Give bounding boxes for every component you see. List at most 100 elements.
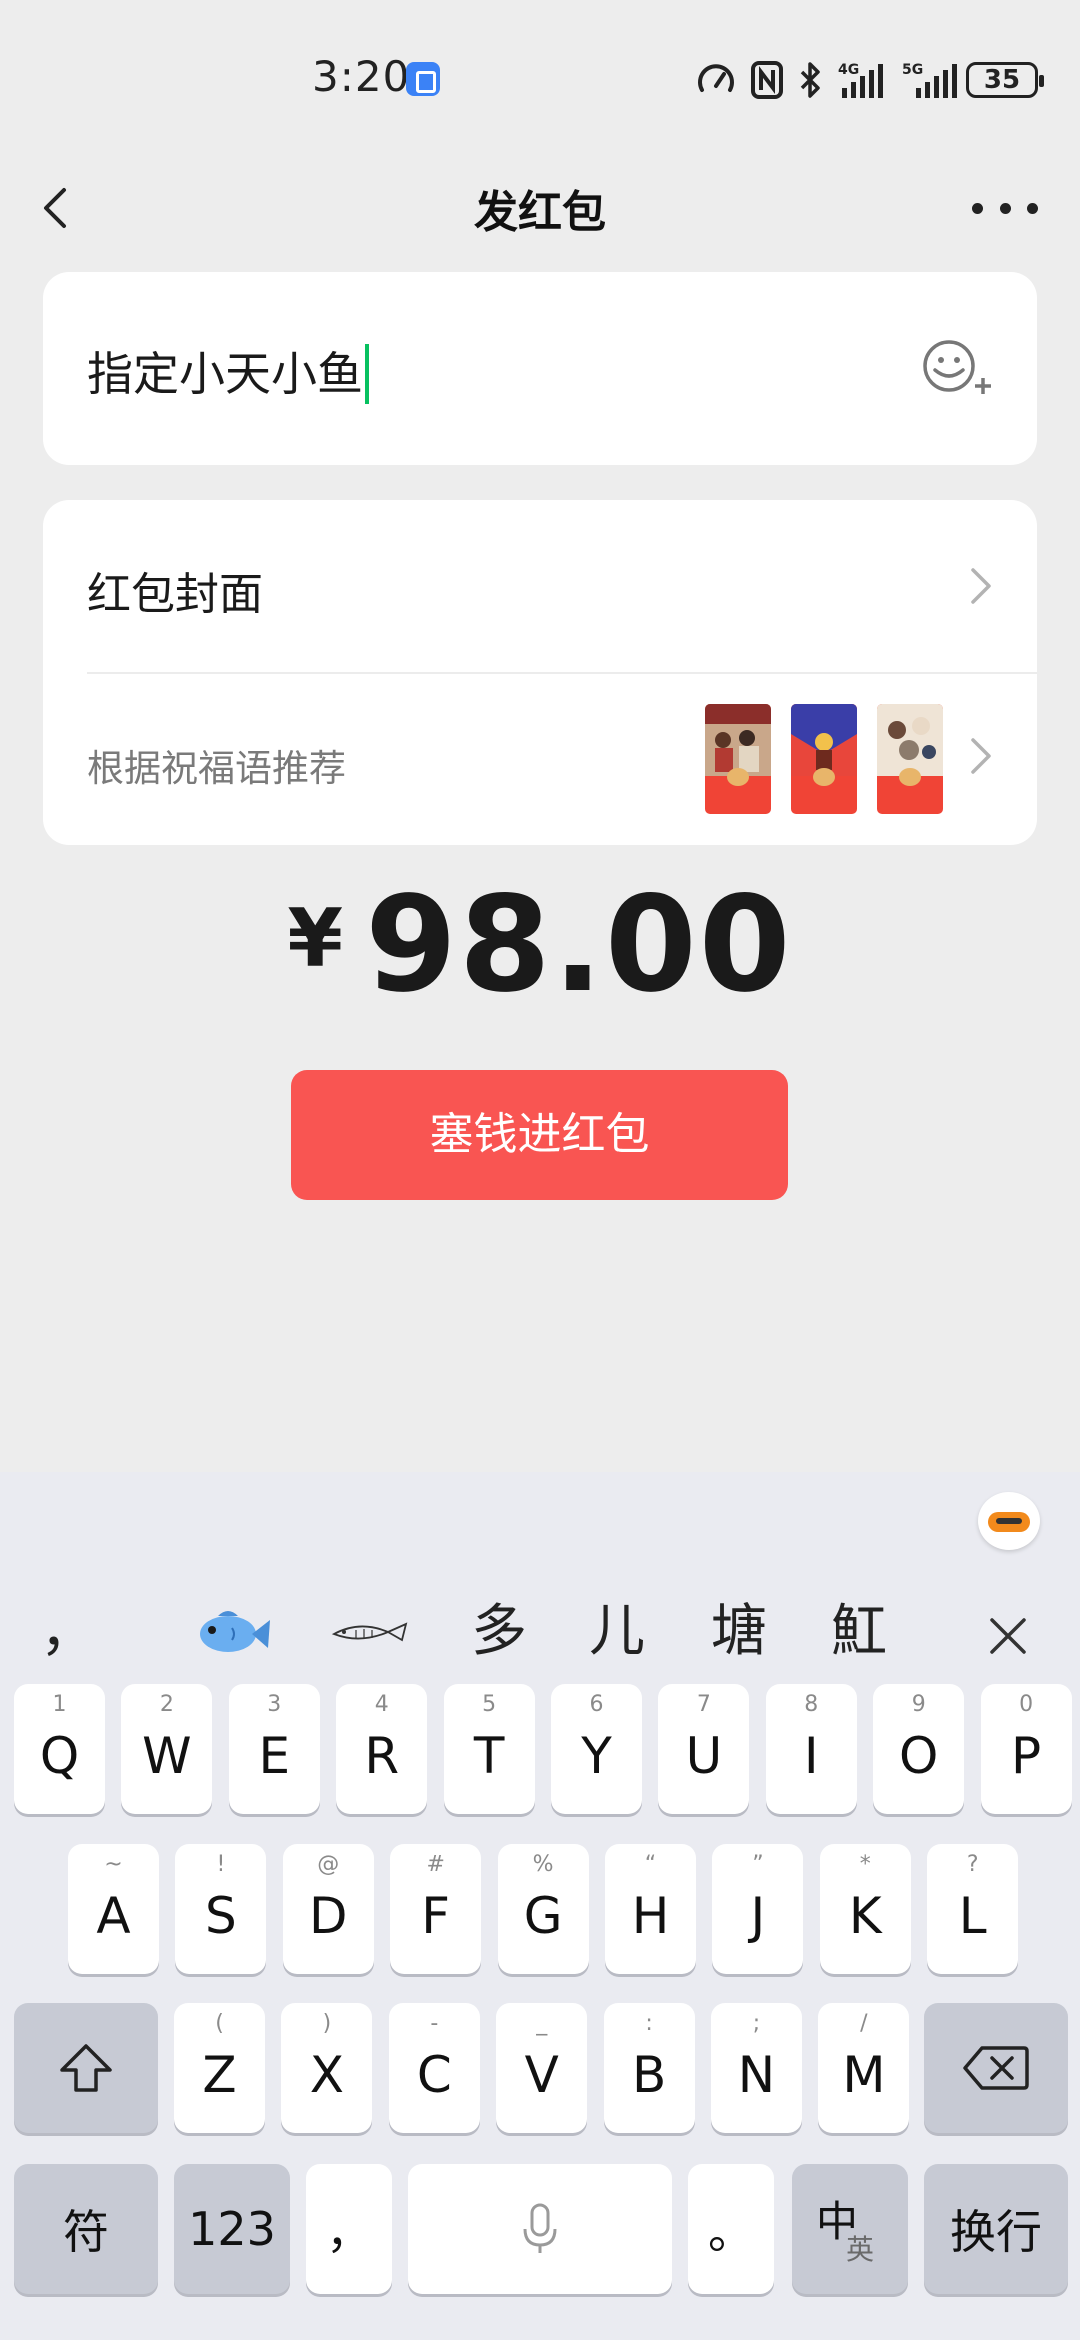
key-hint: -	[430, 2011, 439, 2036]
key-x[interactable]: ) X	[281, 2003, 373, 2133]
key-hint: @	[317, 1852, 340, 1877]
language-switch-key[interactable]: 中 英	[792, 2164, 908, 2294]
red-packet-cover-card: 红包封面 根据祝福语推荐	[43, 500, 1037, 845]
key-hint: ~	[104, 1852, 123, 1877]
key-label: G	[523, 1887, 563, 1945]
shift-key[interactable]	[14, 2003, 158, 2133]
key-label: F	[421, 1887, 451, 1945]
more-dot	[1027, 202, 1038, 214]
key-k[interactable]: * K	[819, 1844, 911, 1974]
key-label: D	[309, 1887, 348, 1945]
key-label: H	[631, 1887, 670, 1945]
period-key[interactable]: 。	[688, 2164, 774, 2294]
key-q[interactable]: 1Q	[14, 1684, 105, 1814]
key-y[interactable]: 6Y	[551, 1684, 642, 1814]
fish-sketch-icon[interactable]	[326, 1592, 410, 1672]
key-i[interactable]: 8I	[765, 1684, 857, 1814]
close-candidates-icon[interactable]	[986, 1614, 1030, 1658]
key-label: R	[364, 1727, 400, 1785]
key-hint: 6	[589, 1692, 604, 1717]
key-d[interactable]: @ D	[282, 1844, 374, 1974]
key-label: W	[142, 1727, 192, 1785]
shift-icon	[60, 2044, 112, 2092]
key-u[interactable]: 7U	[658, 1684, 750, 1814]
candidate-word[interactable]: 魟	[820, 1582, 898, 1682]
key-n[interactable]: ; N	[711, 2003, 802, 2133]
notification-badge-icon	[406, 62, 440, 96]
key-e[interactable]: 3E	[228, 1684, 320, 1814]
cover-thumbnail[interactable]	[877, 704, 943, 814]
bluetooth-icon	[800, 62, 820, 98]
key-j[interactable]: ” J	[712, 1844, 804, 1974]
svg-text:4G: 4G	[838, 62, 859, 78]
key-l[interactable]: ? L	[927, 1844, 1019, 1974]
key-hint: /	[860, 2011, 868, 2036]
candidate-word[interactable]: 儿	[578, 1582, 656, 1682]
battery-indicator: 35	[966, 62, 1044, 98]
key-label: A	[96, 1887, 131, 1945]
key-o[interactable]: 9O	[873, 1684, 965, 1814]
key-label: S	[205, 1887, 237, 1945]
key-g[interactable]: % G	[497, 1844, 589, 1974]
status-icons: 4G 5G	[696, 58, 964, 102]
key-label: O	[899, 1727, 939, 1785]
key-h[interactable]: “H	[605, 1844, 696, 1974]
recommended-covers-row[interactable]: 根据祝福语推荐	[43, 674, 1037, 845]
key-hint: ”	[752, 1852, 764, 1877]
key-hint: :	[645, 2011, 653, 2036]
more-icon[interactable]	[972, 178, 1038, 238]
key-s[interactable]: ! S	[175, 1844, 267, 1974]
cover-row[interactable]: 红包封面	[43, 500, 1037, 672]
emoji-add-icon[interactable]	[919, 334, 995, 404]
key-hint: #	[426, 1852, 445, 1877]
key-hint: 4	[374, 1692, 389, 1717]
candidate-word[interactable]: ，	[40, 1582, 96, 1682]
key-a[interactable]: ~ A	[68, 1844, 159, 1974]
key-m[interactable]: / M	[818, 2003, 910, 2133]
cover-thumbnail[interactable]	[791, 704, 857, 814]
key-c[interactable]: -C	[388, 2003, 480, 2133]
key-w[interactable]: 2W	[121, 1684, 213, 1814]
key-z[interactable]: (Z	[174, 2003, 265, 2133]
microphone-icon	[523, 2203, 557, 2253]
candidate-word[interactable]: 塘	[700, 1582, 778, 1682]
key-b[interactable]: :B	[603, 2003, 695, 2133]
cover-art-image	[705, 704, 771, 776]
candidate-word[interactable]: 多	[460, 1582, 538, 1682]
text-cursor	[365, 343, 369, 404]
comma-key-label: ，	[326, 2205, 372, 2259]
blessing-message-input[interactable]: 指定小天小鱼	[87, 338, 369, 408]
key-p[interactable]: 0P	[980, 1684, 1072, 1814]
key-t[interactable]: 5T	[443, 1684, 535, 1814]
signal-4g-icon: 4G	[838, 62, 883, 98]
key-f[interactable]: # F	[390, 1844, 482, 1974]
fish-emoji-icon[interactable]	[188, 1592, 272, 1672]
send-red-packet-button[interactable]: 塞钱进红包	[291, 1070, 788, 1200]
language-key-sub: 英	[846, 2233, 875, 2266]
numbers-key[interactable]: 123	[174, 2164, 290, 2294]
key-r[interactable]: 4R	[336, 1684, 428, 1814]
key-hint: 2	[159, 1692, 174, 1717]
key-hint: 9	[911, 1692, 926, 1717]
chevron-right-icon	[971, 738, 991, 774]
key-label: X	[309, 2046, 345, 2104]
nav-bar: 发红包	[0, 150, 1080, 260]
key-label: Z	[202, 2046, 237, 2104]
key-hint: ;	[752, 2011, 761, 2036]
speed-icon	[698, 64, 734, 92]
enter-key[interactable]: 换行	[924, 2164, 1068, 2294]
cover-art-image	[877, 704, 943, 776]
blessing-message-value: 指定小天小鱼	[87, 347, 363, 401]
space-key[interactable]	[408, 2164, 672, 2294]
key-hint: 0	[1019, 1692, 1034, 1717]
keyboard-mascot-icon[interactable]	[978, 1492, 1040, 1550]
symbols-key[interactable]: 符	[14, 2164, 158, 2294]
backspace-key[interactable]	[924, 2003, 1068, 2133]
comma-key[interactable]: ，	[306, 2164, 392, 2294]
key-label: N	[737, 2046, 776, 2104]
key-label: T	[473, 1727, 505, 1785]
status-time: 3:20	[312, 52, 411, 101]
nfc-icon	[751, 61, 783, 99]
key-v[interactable]: _ V	[496, 2003, 588, 2133]
cover-thumbnail[interactable]	[705, 704, 771, 814]
